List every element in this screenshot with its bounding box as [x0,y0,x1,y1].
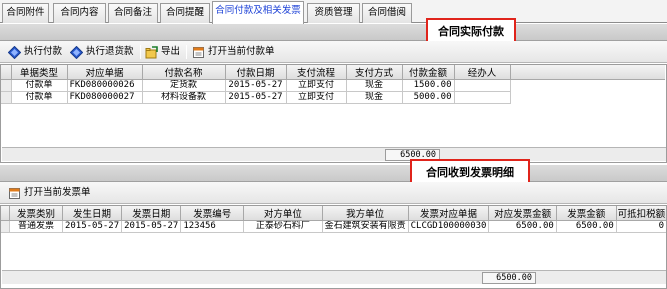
table-row[interactable]: 付款单 FKD080000027 材料设备款 2015-05-27 立即支付 现… [1,91,665,104]
tab-payment-invoices[interactable]: 合同付款及相关发票 [212,1,304,24]
tab-borrowing[interactable]: 合同借阅 [362,3,412,23]
cell-doc-number[interactable]: FKD080000026 [67,79,143,92]
cell-payment-method[interactable]: 现金 [346,79,403,92]
export-folder-icon [145,45,158,58]
open-document-icon [9,187,20,199]
cell-payment-method[interactable]: 现金 [346,91,403,104]
column-header[interactable]: 可抵扣税额 [616,206,666,221]
column-header[interactable]: 对应发票金额 [488,206,557,221]
column-header[interactable]: 发票类别 [9,206,63,221]
column-header[interactable]: 发票日期 [121,206,182,221]
invoice-grid: 发票类别 发生日期 发票日期 发票编号 对方单位 我方单位 发票对应单据 对应发… [0,205,667,289]
payment-grid: 单据类型 对应单据 付款名称 付款日期 支付流程 支付方式 付款金额 经办人 付… [0,64,667,163]
table-row[interactable]: 付款单 FKD080000026 定货款 2015-05-27 立即支付 现金 … [1,79,665,92]
column-header[interactable]: 支付方式 [346,65,403,80]
cell-handler[interactable] [454,79,511,92]
cell-payment-flow[interactable]: 立即支付 [286,91,347,104]
row-filler [510,92,665,104]
column-header[interactable]: 支付流程 [286,65,347,80]
open-current-invoice-button[interactable]: 打开当前发票单 [8,185,91,201]
column-header[interactable]: 对方单位 [243,206,323,221]
column-header[interactable]: 发生日期 [62,206,123,221]
open-current-invoice-label: 打开当前发票单 [24,187,91,198]
column-header[interactable]: 付款金额 [402,65,455,80]
cell-doc-type[interactable]: 付款单 [11,91,68,104]
blue-diamond-icon [70,45,83,59]
invoice-summary-bar: 6500.00 [2,270,666,284]
export-button[interactable]: 导出 [145,44,180,60]
cell-payment-date[interactable]: 2015-05-27 [225,79,287,92]
column-header[interactable]: 发票金额 [556,206,617,221]
table-row[interactable]: 普通发票 2015-05-27 2015-05-27 123456 正泰砂石料厂… [1,220,666,233]
cell-invoice-date[interactable]: 2015-05-27 [121,220,182,233]
toolbar-separator [186,45,187,59]
cell-payment-date[interactable]: 2015-05-27 [225,91,287,104]
invoice-header-row: 发票类别 发生日期 发票日期 发票编号 对方单位 我方单位 发票对应单据 对应发… [1,206,666,221]
column-header-filler [510,65,665,80]
tab-strip: 合同附件 合同内容 合同备注 合同提醒 合同付款及相关发票 资质管理 合同借阅 [0,0,667,24]
payment-summary-bar: 6500.00 [2,147,666,161]
tab-reminders[interactable]: 合同提醒 [160,3,210,23]
cell-occur-date[interactable]: 2015-05-27 [62,220,123,233]
tab-qualifications[interactable]: 资质管理 [307,3,360,23]
cell-invoice-amount[interactable]: 6500.00 [556,220,617,233]
cell-deductible-tax[interactable]: 0 [616,220,666,233]
column-header[interactable]: 付款名称 [142,65,226,80]
invoice-table: 发票类别 发生日期 发票日期 发票编号 对方单位 我方单位 发票对应单据 对应发… [1,206,666,233]
cell-our-company[interactable]: 金石建筑安装有限责 [322,220,409,233]
invoice-toolbar: 打开当前发票单 [0,182,667,204]
cell-invoice-number[interactable]: 123456 [180,220,245,233]
payment-table: 单据类型 对应单据 付款名称 付款日期 支付流程 支付方式 付款金额 经办人 付… [1,65,665,104]
cell-doc-number[interactable]: FKD080000027 [67,91,143,104]
payment-toolbar: 执行付款 执行退货款 导出 打开当前付款单 [0,41,667,63]
invoice-total: 6500.00 [482,272,536,284]
payment-header-row: 单据类型 对应单据 付款名称 付款日期 支付流程 支付方式 付款金额 经办人 [1,65,665,80]
execute-payment-label: 执行付款 [24,46,63,57]
open-document-icon [193,46,204,58]
tab-content[interactable]: 合同内容 [53,3,106,23]
column-header[interactable]: 对应单据 [67,65,143,80]
cell-payment-amount[interactable]: 1500.00 [402,79,455,92]
blue-diamond-icon [8,45,21,59]
column-header[interactable]: 我方单位 [322,206,409,221]
open-current-payment-label: 打开当前付款单 [208,46,275,57]
cell-payment-name[interactable]: 定货款 [142,79,226,92]
cell-invoice-document[interactable]: CLCGD100000030 [408,220,490,233]
column-header[interactable]: 发票对应单据 [408,206,490,221]
toolbar-separator [140,45,141,59]
tab-remarks[interactable]: 合同备注 [108,3,158,23]
execute-refund-button[interactable]: 执行退货款 [70,44,134,60]
tab-attachments[interactable]: 合同附件 [2,3,49,23]
execute-payment-button[interactable]: 执行付款 [8,44,62,60]
invoice-section-header: 合同收到发票明细 [0,159,667,186]
cell-handler[interactable] [454,91,511,104]
column-header[interactable]: 单据类型 [11,65,68,80]
column-header[interactable]: 付款日期 [225,65,287,80]
row-indicator[interactable] [1,79,12,92]
export-label: 导出 [161,46,181,57]
cell-payment-amount[interactable]: 5000.00 [402,91,455,104]
cell-doc-type[interactable]: 付款单 [11,79,68,92]
row-indicator[interactable] [1,220,11,233]
cell-invoice-category[interactable]: 普通发票 [9,220,63,233]
cell-counterparty[interactable]: 正泰砂石料厂 [243,220,323,233]
column-header[interactable]: 经办人 [454,65,511,80]
cell-payment-flow[interactable]: 立即支付 [286,79,347,92]
payment-section-header: 合同实际付款 [0,18,667,45]
cell-payment-name[interactable]: 材料设备款 [142,91,226,104]
open-current-payment-button[interactable]: 打开当前付款单 [192,44,275,60]
row-indicator-header [1,206,11,221]
row-indicator-header [1,65,12,80]
row-indicator[interactable] [1,91,12,104]
column-header[interactable]: 发票编号 [180,206,245,221]
row-filler [510,80,665,92]
cell-matched-amount[interactable]: 6500.00 [488,220,557,233]
execute-refund-label: 执行退货款 [86,46,134,57]
